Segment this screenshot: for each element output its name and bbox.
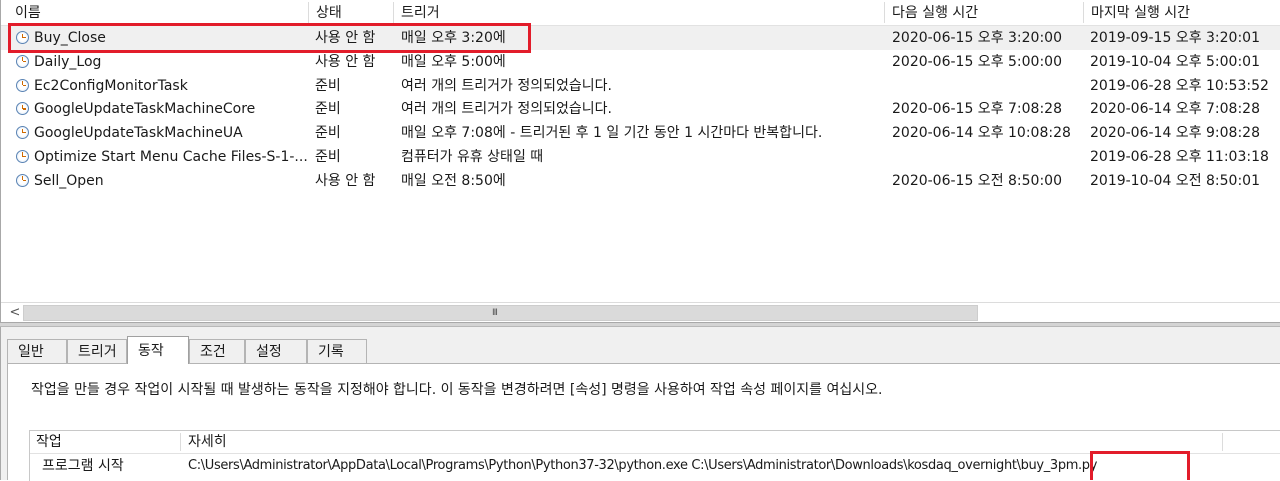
task-next-run: 2020-06-15 오후 7:08:28 (892, 101, 1062, 118)
column-header-trigger[interactable]: 트리거 (395, 0, 883, 25)
action-details: C:\Users\Administrator\AppData\Local\Pro… (188, 454, 1280, 478)
task-next-run: 2020-06-15 오후 5:00:00 (892, 53, 1062, 70)
scrollbar-grip-icon: III (492, 308, 498, 318)
task-last-run: 2019-10-04 오후 5:00:01 (1090, 53, 1260, 70)
column-separator[interactable] (1083, 2, 1084, 23)
task-row-sell-open[interactable]: Sell_Open 사용 안 함 매일 오전 8:50에 2020-06-15 … (1, 169, 1280, 193)
task-next-run: 2020-06-14 오후 10:08:28 (892, 125, 1071, 142)
column-header-details[interactable]: 자세히 (182, 431, 1222, 453)
task-row-buy-close[interactable]: Buy_Close 사용 안 함 매일 오후 3:20에 2020-06-15 … (1, 26, 1280, 50)
task-row-optimize-start-menu[interactable]: Optimize Start Menu Cache Files-S-1-... … (1, 145, 1280, 169)
task-trigger: 컴퓨터가 유휴 상태일 때 (401, 148, 544, 165)
task-status: 사용 안 함 (315, 172, 376, 189)
task-details-pane: 일반 트리거 동작 조건 설정 기록 작업을 만들 경우 작업이 시작될 때 발… (0, 327, 1280, 481)
task-name: Ec2ConfigMonitorTask (34, 77, 188, 94)
task-row-ec2config[interactable]: Ec2ConfigMonitorTask 준비 여러 개의 트리거가 정의되었습… (1, 74, 1280, 98)
task-name: Buy_Close (34, 30, 106, 46)
tab-history[interactable]: 기록 (307, 339, 367, 363)
clock-icon (16, 78, 29, 92)
column-header-last-run[interactable]: 마지막 실행 시간 (1085, 0, 1280, 25)
task-name: Daily_Log (34, 53, 102, 70)
task-next-run (892, 74, 1082, 98)
task-status: 준비 (315, 101, 341, 118)
task-last-run: 2019-10-04 오전 8:50:01 (1090, 172, 1260, 189)
clock-icon (16, 173, 29, 187)
task-rows: Buy_Close 사용 안 함 매일 오후 3:20에 2020-06-15 … (1, 26, 1280, 193)
task-name: GoogleUpdateTaskMachineUA (34, 125, 243, 142)
task-last-run: 2020-06-14 오후 7:08:28 (1090, 101, 1260, 118)
tab-actions[interactable]: 동작 (127, 336, 189, 364)
clock-icon (16, 54, 29, 68)
clock-icon (16, 149, 29, 163)
column-header-name[interactable]: 이름 (9, 0, 307, 25)
action-details-path: C:\Users\Administrator\AppData\Local\Pro… (188, 458, 1017, 473)
task-name: GoogleUpdateTaskMachineCore (34, 101, 256, 118)
task-next-run (892, 145, 1082, 169)
task-next-run: 2020-06-15 오전 8:50:00 (892, 172, 1062, 189)
column-separator[interactable] (1222, 433, 1223, 451)
task-trigger: 여러 개의 트리거가 정의되었습니다. (401, 101, 612, 118)
tab-settings[interactable]: 설정 (245, 339, 307, 363)
task-row-googleupdate-ua[interactable]: GoogleUpdateTaskMachineUA 준비 매일 오후 7:08에… (1, 121, 1280, 145)
actions-tab-panel: 작업을 만들 경우 작업이 시작될 때 발생하는 동작을 지정해야 합니다. 이… (7, 363, 1280, 481)
action-row[interactable]: 프로그램 시작 C:\Users\Administrator\AppData\L… (30, 454, 1280, 478)
column-separator[interactable] (308, 2, 309, 23)
action-type: 프로그램 시작 (42, 458, 124, 474)
task-list-pane: 이름 상태 트리거 다음 실행 시간 마지막 실행 시간 Buy_Close 사… (0, 0, 1280, 323)
task-trigger: 여러 개의 트리거가 정의되었습니다. (401, 77, 612, 94)
task-last-run: 2019-09-15 오후 3:20:01 (1090, 30, 1260, 46)
column-header-action[interactable]: 작업 (30, 431, 180, 453)
scrollbar-thumb[interactable]: III (23, 305, 978, 321)
tab-conditions[interactable]: 조건 (189, 339, 245, 363)
actions-description: 작업을 만들 경우 작업이 시작될 때 발생하는 동작을 지정해야 합니다. 이… (31, 382, 883, 398)
action-details-script: \buy_3pm.py (1016, 458, 1098, 473)
task-trigger: 매일 오후 7:08에 - 트리거된 후 1 일 기간 동안 1 시간마다 반복… (401, 125, 823, 142)
task-last-run: 2019-06-28 오후 10:53:52 (1090, 77, 1269, 94)
column-separator[interactable] (393, 2, 394, 23)
task-trigger: 매일 오전 8:50에 (401, 172, 506, 189)
clock-icon (16, 102, 29, 116)
task-name: Optimize Start Menu Cache Files-S-1-... (34, 148, 308, 165)
actions-grid: 작업 자세히 프로그램 시작 C:\Users\Administrator\Ap… (29, 430, 1280, 481)
task-list-header: 이름 상태 트리거 다음 실행 시간 마지막 실행 시간 (1, 0, 1280, 26)
task-last-run: 2019-06-28 오후 11:03:18 (1090, 148, 1269, 165)
task-row-daily-log[interactable]: Daily_Log 사용 안 함 매일 오후 5:00에 2020-06-15 … (1, 50, 1280, 74)
tab-general[interactable]: 일반 (7, 339, 67, 363)
tab-triggers[interactable]: 트리거 (67, 339, 127, 363)
task-row-googleupdate-core[interactable]: GoogleUpdateTaskMachineCore 준비 여러 개의 트리거… (1, 97, 1280, 121)
column-separator[interactable] (884, 2, 885, 23)
horizontal-scrollbar[interactable]: < III (1, 302, 1280, 323)
scroll-left-arrow-icon[interactable]: < (7, 305, 23, 321)
task-status: 사용 안 함 (315, 53, 376, 70)
task-status: 준비 (315, 125, 341, 142)
column-header-status[interactable]: 상태 (310, 0, 392, 25)
task-trigger: 매일 오후 3:20에 (401, 30, 506, 46)
column-header-next-run[interactable]: 다음 실행 시간 (886, 0, 1082, 25)
task-name: Sell_Open (34, 172, 104, 189)
clock-icon (16, 126, 29, 140)
task-status: 준비 (315, 148, 341, 165)
task-status: 사용 안 함 (315, 30, 376, 46)
actions-grid-header: 작업 자세히 (30, 431, 1280, 454)
task-trigger: 매일 오후 5:00에 (401, 53, 506, 70)
task-last-run: 2020-06-14 오후 9:08:28 (1090, 125, 1260, 142)
clock-icon (16, 31, 29, 44)
column-separator[interactable] (180, 433, 181, 451)
task-next-run: 2020-06-15 오후 3:20:00 (892, 30, 1062, 46)
task-status: 준비 (315, 77, 341, 94)
